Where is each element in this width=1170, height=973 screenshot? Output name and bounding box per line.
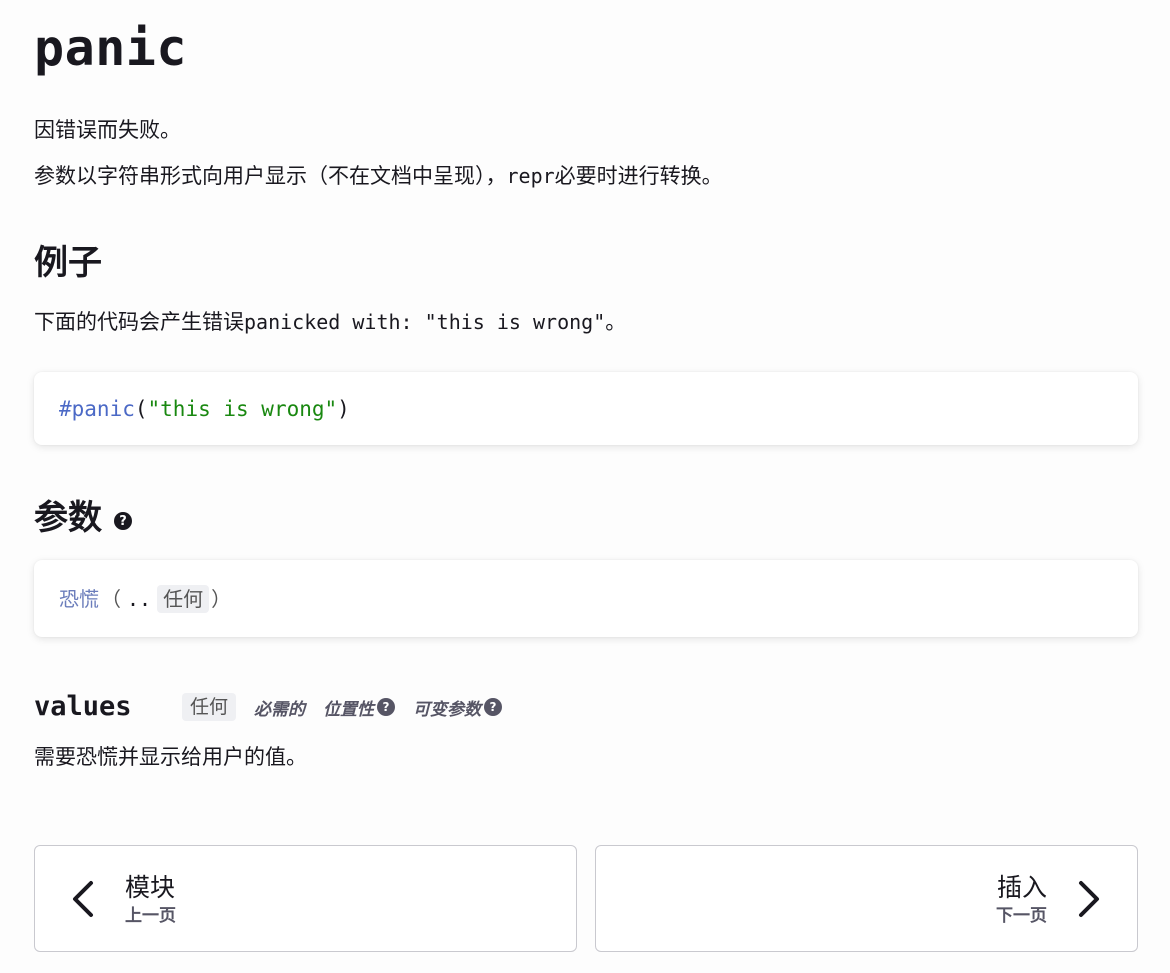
signature-block: 恐慌 （ .. 任何 ） [34,560,1138,637]
param-description: 需要恐慌并显示给用户的值。 [34,745,307,769]
next-page-title: 插入 [996,873,1047,902]
chevron-left-icon [63,876,103,922]
signature-spread: .. [127,587,152,611]
flag-positional-label: 位置性 [323,699,375,720]
prev-page-link[interactable]: 模块 上一页 [34,845,577,952]
signature-close-paren: ） [211,587,232,611]
page-title: panic [34,19,188,77]
repr-code: repr [506,164,555,188]
signature-open-paren: （ [101,587,121,611]
flag-required-label: 必需的 [254,699,306,720]
flag-positional: 位置性? [323,695,396,720]
flag-variadic-label: 可变参数 [413,699,482,720]
prev-page-subtitle: 上一页 [125,906,176,926]
example-intro: 下面的代码会产生错误panicked with: "this is wrong"… [34,308,626,336]
summary-text: 因错误而失败。 [34,118,181,142]
params-heading: 参数? [34,496,132,540]
flag-variadic: 可变参数? [413,695,503,720]
param-name: values [34,691,132,722]
description-before: 参数以字符串形式向用户显示（不在文档中呈现）， [34,164,507,188]
code-function: #panic [59,397,135,421]
code-open-paren: ( [134,397,148,421]
chevron-right-icon [1069,876,1109,922]
code-string: "this is wrong" [147,397,338,421]
param-values-header: values 任何 必需的 位置性? 可变参数? [34,690,520,724]
variadic-help-icon[interactable]: ? [484,698,503,716]
next-page-link[interactable]: 插入 下一页 [595,845,1138,952]
signature-line: 恐慌 （ .. 任何 ） [59,584,233,614]
flag-required: 必需的 [254,695,305,720]
example-intro-code: panicked with: "this is wrong" [244,310,606,334]
example-code-block: #panic("this is wrong") [34,372,1138,445]
question-circle-icon[interactable]: ? [114,512,132,530]
signature-type-badge[interactable]: 任何 [157,585,210,613]
code-close-paren: ) [337,397,350,421]
example-intro-before: 下面的代码会产生错误 [34,310,244,334]
params-heading-text: 参数 [34,498,102,538]
param-type-badge[interactable]: 任何 [182,693,237,721]
code-line: #panic("this is wrong") [59,394,350,424]
signature-function-link[interactable]: 恐慌 [59,584,99,614]
description-text: 参数以字符串形式向用户显示（不在文档中呈现），repr必要时进行转换。 [34,162,723,190]
example-heading: 例子 [34,243,102,283]
positional-help-icon[interactable]: ? [377,698,396,716]
example-intro-after: 。 [605,310,627,334]
prev-page-title: 模块 [125,873,176,902]
description-after: 必要时进行转换。 [554,164,723,188]
next-page-subtitle: 下一页 [996,906,1047,926]
